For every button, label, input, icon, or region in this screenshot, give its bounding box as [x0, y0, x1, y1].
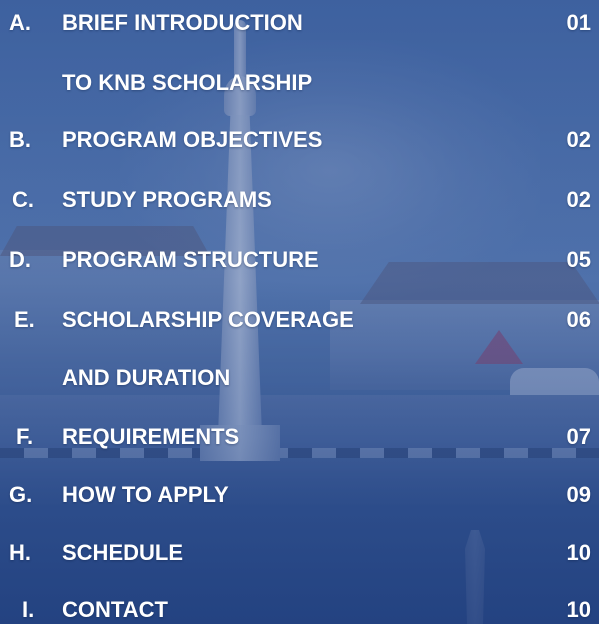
- toc-item-requirements[interactable]: F. REQUIREMENTS 07: [0, 417, 599, 457]
- toc-item-letter: F.: [16, 424, 34, 449]
- toc-item-letter: B.: [9, 127, 31, 152]
- toc-item-contact[interactable]: I. CONTACT 10: [0, 590, 599, 624]
- toc-item-study-programs[interactable]: C. STUDY PROGRAMS 02: [0, 180, 599, 220]
- toc-list: A. BRIEF INTRODUCTION 01 TO KNB SCHOLARS…: [0, 0, 599, 624]
- toc-item-how-to-apply[interactable]: G. HOW TO APPLY 09: [0, 475, 599, 515]
- toc-item-page: 02: [566, 127, 591, 152]
- toc-item-title: STUDY PROGRAMS: [62, 187, 272, 212]
- table-of-contents-page: A. BRIEF INTRODUCTION 01 TO KNB SCHOLARS…: [0, 0, 599, 624]
- toc-item-letter: H.: [9, 540, 31, 565]
- toc-item-title: PROGRAM OBJECTIVES: [62, 127, 323, 152]
- toc-item-letter: A.: [9, 10, 31, 35]
- toc-item-page: 05: [566, 247, 591, 272]
- toc-item-title: TO KNB SCHOLARSHIP: [62, 70, 313, 95]
- toc-item-page: 02: [566, 187, 591, 212]
- toc-item-letter: I.: [22, 597, 35, 622]
- toc-item-page: 10: [566, 597, 591, 622]
- toc-item-title: SCHEDULE: [62, 540, 184, 565]
- toc-item-schedule[interactable]: H. SCHEDULE 10: [0, 533, 599, 573]
- toc-item-title: BRIEF INTRODUCTION: [62, 10, 303, 35]
- toc-item-program-objectives[interactable]: B. PROGRAM OBJECTIVES 02: [0, 120, 599, 160]
- toc-item-title: SCHOLARSHIP COVERAGE: [62, 307, 354, 332]
- toc-item-page: 09: [566, 482, 591, 507]
- toc-item-page: 07: [566, 424, 591, 449]
- toc-item-title: CONTACT: [62, 597, 168, 622]
- toc-item-program-structure[interactable]: D. PROGRAM STRUCTURE 05: [0, 240, 599, 280]
- toc-item-title: HOW TO APPLY: [62, 482, 229, 507]
- toc-item-letter: G.: [9, 482, 33, 507]
- toc-item-page: 01: [566, 10, 591, 35]
- toc-item-letter: E.: [14, 307, 35, 332]
- toc-item-page: 06: [566, 307, 591, 332]
- toc-item-title: AND DURATION: [62, 365, 231, 390]
- toc-item-brief-introduction-line2[interactable]: TO KNB SCHOLARSHIP: [0, 63, 599, 103]
- toc-item-scholarship-coverage[interactable]: E. SCHOLARSHIP COVERAGE 06: [0, 300, 599, 340]
- toc-item-page: 10: [566, 540, 591, 565]
- toc-item-title: REQUIREMENTS: [62, 424, 240, 449]
- toc-item-scholarship-coverage-line2[interactable]: AND DURATION: [0, 358, 599, 398]
- toc-item-title: PROGRAM STRUCTURE: [62, 247, 319, 272]
- toc-item-letter: C.: [12, 187, 34, 212]
- toc-item-letter: D.: [9, 247, 31, 272]
- toc-item-brief-introduction[interactable]: A. BRIEF INTRODUCTION 01: [0, 3, 599, 43]
